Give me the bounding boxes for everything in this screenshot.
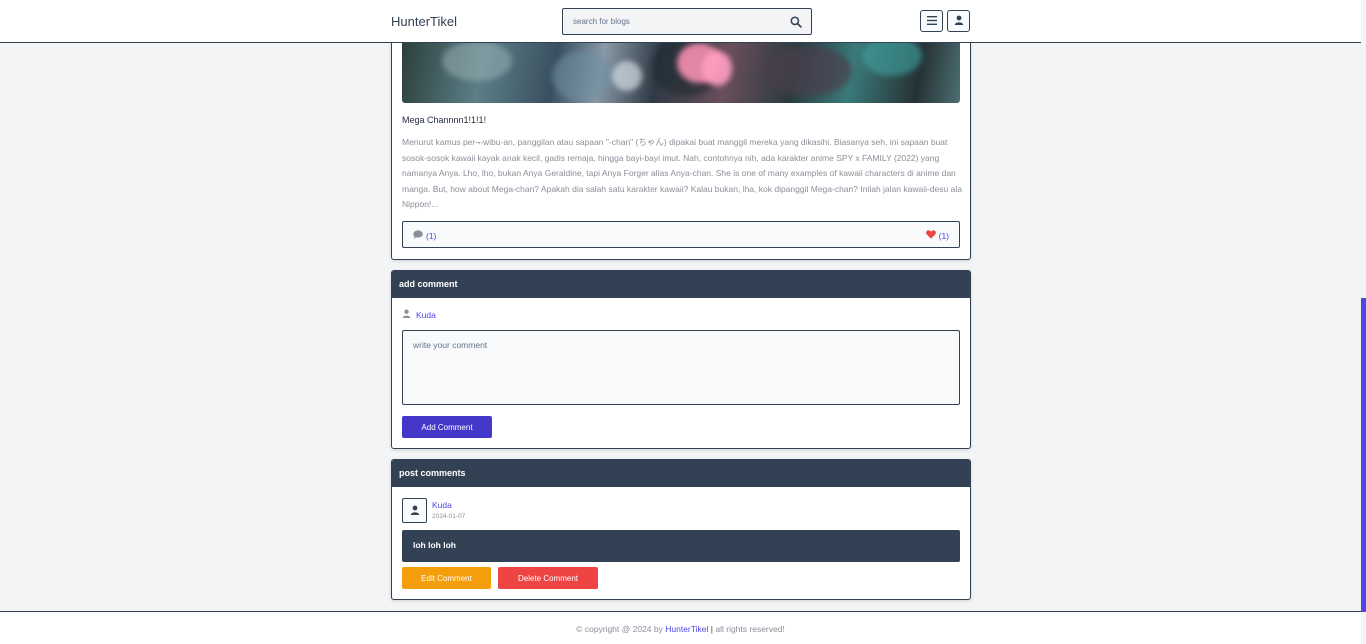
footer-rights: all rights reserved! — [715, 624, 785, 634]
footer-brand-link[interactable]: HunterTikel — [665, 624, 708, 634]
like-count-label: (1) — [938, 230, 949, 241]
commenter-name[interactable]: Kuda — [432, 500, 452, 510]
search-box — [562, 8, 812, 35]
add-comment-card: add comment Kuda Add Comment — [391, 270, 971, 449]
post-comments-heading: post comments — [392, 460, 970, 487]
footer: © copyright @ 2024 by HunterTikel | all … — [0, 611, 1361, 644]
user-icon — [410, 502, 420, 520]
comment-text: loh loh loh — [402, 530, 960, 562]
top-navbar: HunterTikel — [0, 0, 1361, 43]
heart-icon — [925, 230, 936, 241]
add-comment-button[interactable]: Add Comment — [402, 416, 492, 438]
search-icon[interactable] — [790, 15, 803, 28]
comment-textarea[interactable] — [402, 330, 960, 405]
comment-count-label: (1) — [426, 230, 437, 241]
add-comment-heading: add comment — [392, 271, 970, 298]
footer-separator: | — [710, 624, 713, 634]
post-title[interactable]: Mega Channnn1!1!1! — [402, 115, 486, 125]
scrollbar-thumb[interactable] — [1361, 298, 1366, 612]
brand-logo-text[interactable]: HunterTikel — [391, 14, 457, 29]
footer-copyright: © copyright @ 2024 by — [576, 624, 663, 634]
comment-icon — [413, 230, 423, 241]
menu-button[interactable] — [920, 10, 943, 32]
edit-comment-button[interactable]: Edit Comment — [402, 567, 491, 589]
menu-icon — [926, 12, 937, 30]
post-card: Mega Channnn1!1!1! Menurut kamus per¬-wi… — [391, 30, 971, 260]
post-excerpt: Menurut kamus per¬-wibu-an, panggilan at… — [402, 137, 962, 209]
post-comments-card: post comments Kuda 2024-01-07 loh loh lo… — [391, 459, 971, 600]
comment-author: Kuda — [402, 309, 436, 320]
post-actions-bar: (1) (1) — [402, 221, 960, 248]
user-icon — [402, 309, 411, 320]
comment-author-name[interactable]: Kuda — [416, 310, 436, 320]
search-input[interactable] — [563, 9, 783, 34]
user-profile-button[interactable] — [947, 10, 970, 32]
scrollbar-track[interactable] — [1361, 0, 1366, 644]
user-icon — [954, 12, 964, 30]
avatar — [402, 498, 427, 523]
comment-date: 2024-01-07 — [432, 513, 466, 520]
like-count-button[interactable]: (1) — [925, 230, 949, 241]
delete-comment-button[interactable]: Delete Comment — [498, 567, 598, 589]
comment-count-button[interactable]: (1) — [413, 230, 436, 241]
